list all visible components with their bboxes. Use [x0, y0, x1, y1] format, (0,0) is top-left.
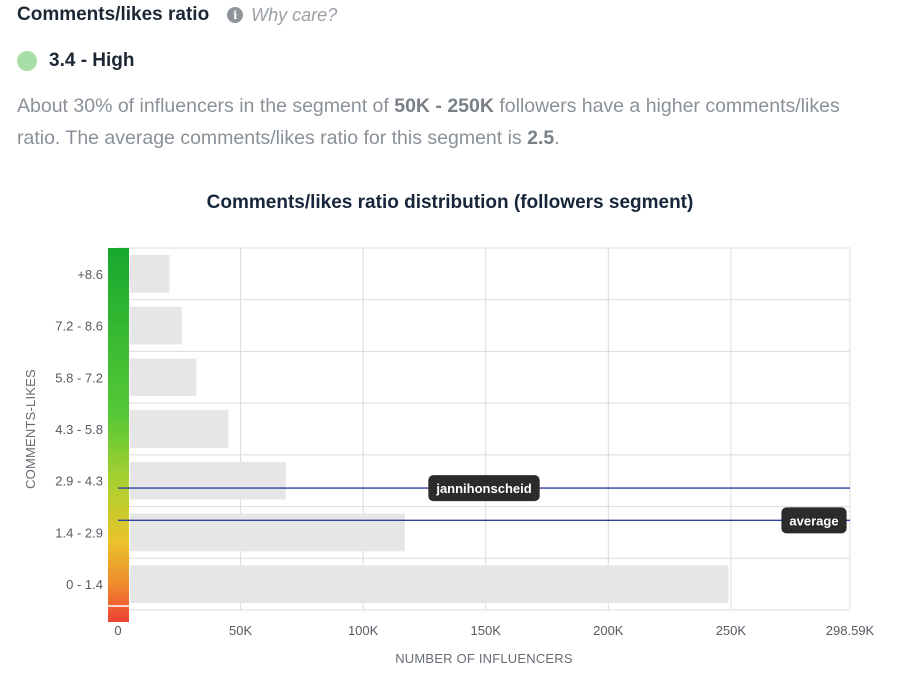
bar[interactable]	[130, 565, 729, 603]
y-tick-label: 2.9 - 4.3	[55, 474, 103, 489]
y-tick-label: 0 - 1.4	[66, 577, 103, 592]
y-tick-label: 7.2 - 8.6	[55, 319, 103, 334]
marker-tag: jannihonscheid	[428, 475, 540, 502]
y-axis-title: COMMENTS-LIKES	[23, 369, 38, 489]
x-tick-label: 50K	[229, 623, 252, 638]
x-axis-title: NUMBER OF INFLUENCERS	[395, 651, 573, 666]
y-tick-label: +8.6	[77, 267, 103, 282]
color-scale	[108, 248, 129, 622]
x-tick-label: 250K	[716, 623, 747, 638]
color-scale-strip	[108, 248, 129, 622]
bar[interactable]	[130, 410, 229, 448]
marker-label: average	[789, 513, 838, 528]
bar[interactable]	[130, 306, 182, 345]
x-tick-label: 100K	[348, 623, 379, 638]
x-tick-label: 150K	[471, 623, 502, 638]
y-tick-label: 5.8 - 7.2	[55, 370, 103, 385]
bars	[130, 255, 729, 603]
bar[interactable]	[130, 461, 286, 500]
bar[interactable]	[130, 255, 170, 293]
bar[interactable]	[130, 513, 405, 552]
x-tick-label: 0	[114, 623, 121, 638]
marker-label: jannihonscheid	[435, 481, 531, 496]
y-tick-label: 1.4 - 2.9	[55, 525, 103, 540]
marker-tag: average	[781, 507, 847, 534]
bar[interactable]	[130, 358, 197, 397]
x-tick-labels: 0 50K 100K 150K 200K 250K 298.59K	[114, 623, 874, 638]
distribution-chart: jannihonscheid average +8.6 7.2 - 8.6 5.8 -…	[23, 247, 875, 666]
y-tick-labels: +8.6 7.2 - 8.6 5.8 - 7.2 4.3 - 5.8 2.9 - 4.3…	[55, 267, 103, 592]
x-tick-label: 200K	[593, 623, 624, 638]
y-tick-label: 4.3 - 5.8	[55, 422, 103, 437]
x-tick-label: 298.59K	[826, 623, 875, 638]
